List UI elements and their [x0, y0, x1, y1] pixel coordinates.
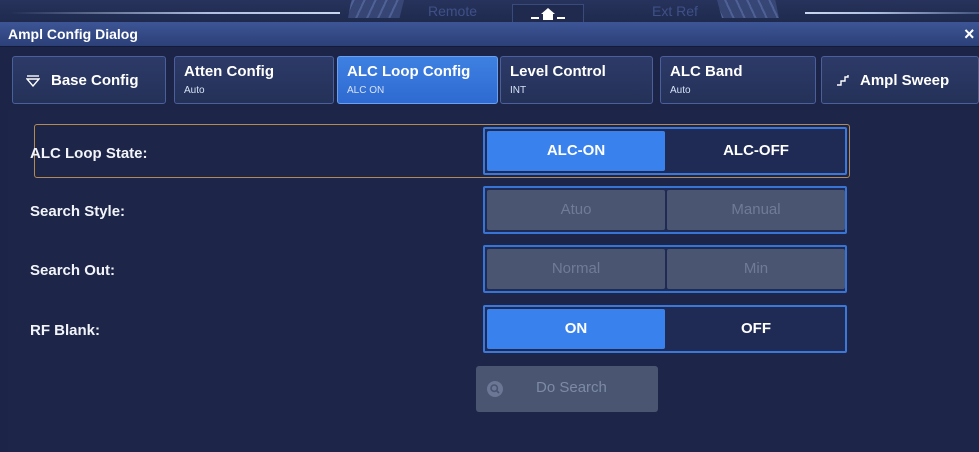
search-style-auto-button[interactable]: Atuo [487, 190, 665, 230]
search-icon [487, 381, 503, 397]
do-search-label: Do Search [536, 379, 607, 396]
alc-loop-state-label: ALC Loop State: [30, 145, 148, 162]
header-decor-line [10, 12, 340, 14]
tab-sublabel: INT [510, 85, 527, 96]
search-out-label: Search Out: [30, 262, 116, 279]
tab-sublabel: ALC ON [347, 85, 385, 96]
tab-label: Atten Config [184, 63, 274, 80]
header-decor-stripes [717, 0, 779, 18]
search-style-manual-button[interactable]: Manual [667, 190, 845, 230]
tab-atten-config[interactable]: Atten Config Auto [174, 56, 334, 104]
tab-label: Level Control [510, 63, 606, 80]
rf-blank-label: RF Blank: [30, 322, 101, 339]
step-wave-icon [837, 75, 849, 86]
home-icon [531, 8, 565, 20]
do-search-button[interactable]: Do Search [476, 366, 658, 412]
top-status-bar: Remote Ext Ref [0, 0, 979, 24]
search-out-normal-button[interactable]: Normal [487, 249, 665, 289]
alc-loop-state-toggle: ALC-ON ALC-OFF [483, 127, 847, 175]
tab-label: ALC Band [670, 63, 743, 80]
search-out-min-button[interactable]: Min [667, 249, 845, 289]
search-style-label: Search Style: [30, 203, 126, 220]
search-style-toggle: Atuo Manual [483, 186, 847, 234]
rf-blank-toggle: ON OFF [483, 305, 847, 353]
rf-blank-on-button[interactable]: ON [487, 309, 665, 349]
search-out-toggle: Normal Min [483, 245, 847, 293]
rf-blank-off-button[interactable]: OFF [667, 309, 845, 349]
dialog-title-bar: Ampl Config Dialog × [0, 22, 979, 47]
tab-label: Base Config [51, 72, 139, 89]
tab-alc-band[interactable]: ALC Band Auto [660, 56, 816, 104]
tab-level-control[interactable]: Level Control INT [500, 56, 653, 104]
close-icon[interactable]: × [964, 24, 975, 44]
alc-off-button[interactable]: ALC-OFF [667, 131, 845, 171]
tab-sublabel: Auto [670, 85, 691, 96]
tab-ampl-sweep[interactable]: Ampl Sweep [821, 56, 979, 104]
tab-sublabel: Auto [184, 85, 205, 96]
alc-on-button[interactable]: ALC-ON [487, 131, 665, 171]
tab-bar: Base Config Atten Config Auto ALC Loop C… [0, 52, 979, 110]
home-button[interactable] [512, 4, 584, 24]
tab-base-config[interactable]: Base Config [12, 56, 166, 104]
tab-label: Ampl Sweep [860, 72, 950, 89]
remote-indicator: Remote [428, 3, 478, 19]
ext-ref-indicator: Ext Ref [652, 3, 698, 19]
header-decor-stripes [348, 0, 404, 18]
tab-alc-loop-config[interactable]: ALC Loop Config ALC ON [337, 56, 498, 104]
tab-label: ALC Loop Config [347, 63, 471, 80]
dialog-title: Ampl Config Dialog [8, 26, 138, 42]
triangle-down-icon [26, 75, 40, 87]
header-decor-line [805, 12, 979, 14]
